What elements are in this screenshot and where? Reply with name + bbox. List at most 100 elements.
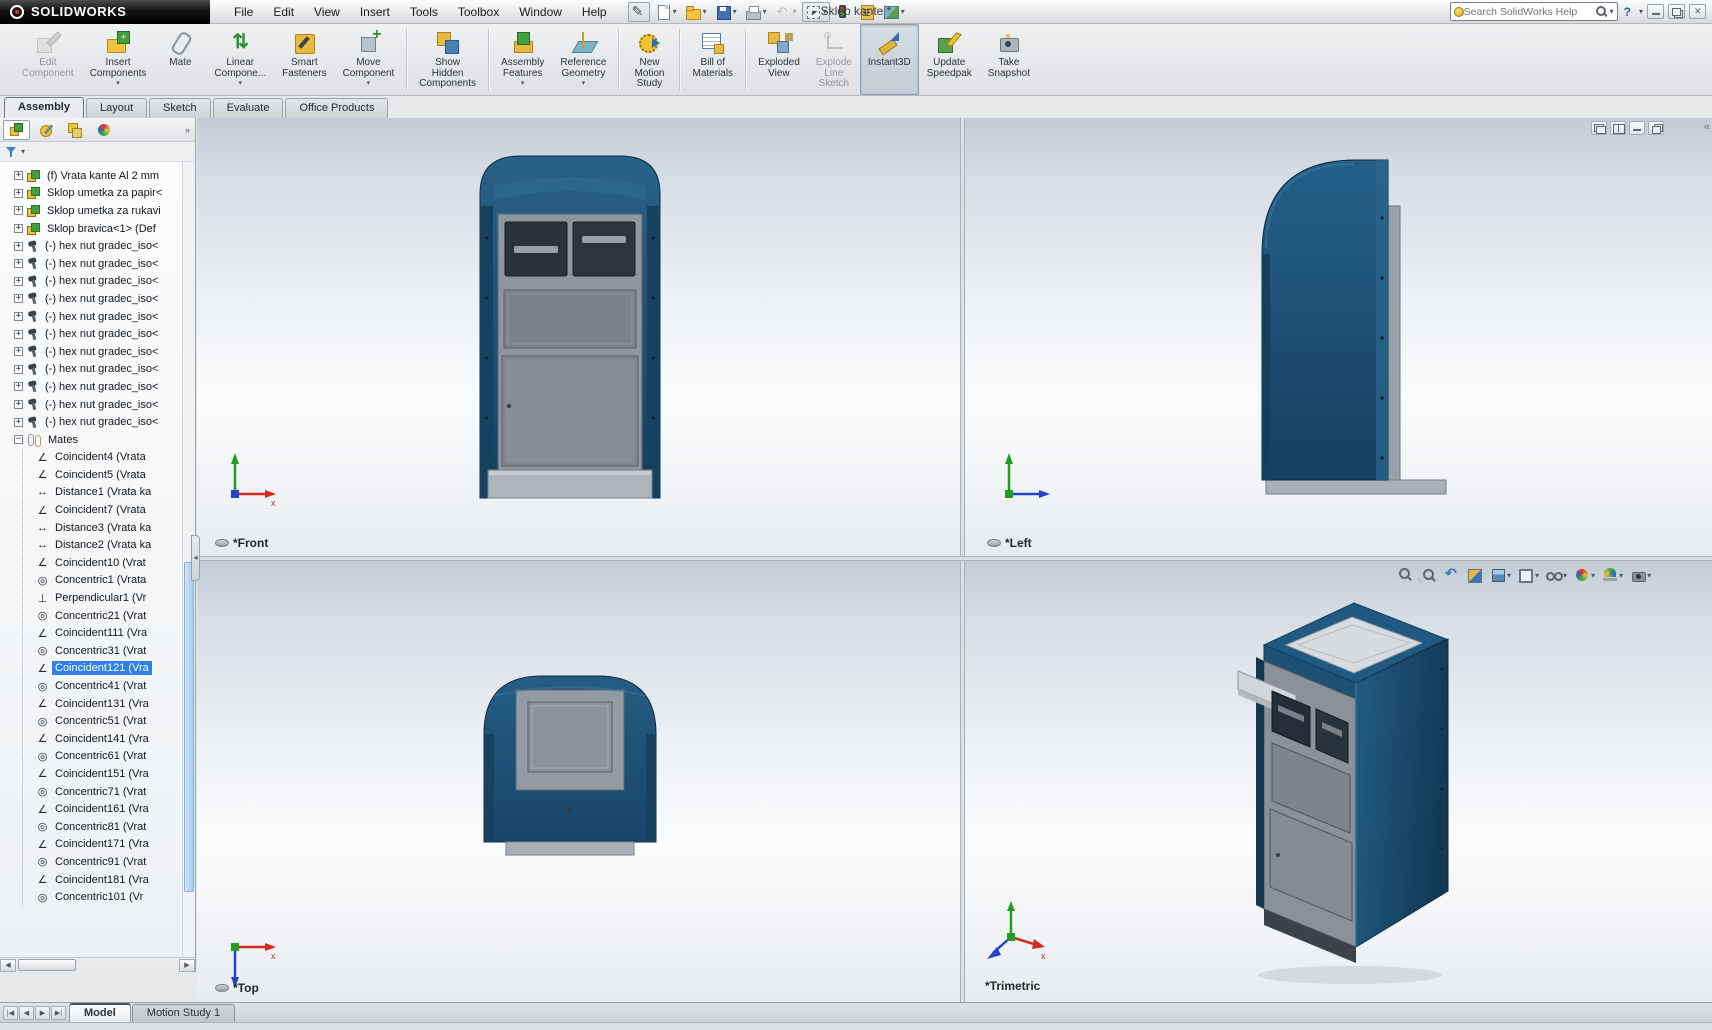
menu-edit[interactable]: Edit [263,1,304,23]
open-document-caret-icon[interactable]: ▾ [703,7,707,16]
mate-row[interactable]: ◎Concentric71 (Vrat [23,783,195,801]
sketch-pencil-button[interactable] [628,2,650,22]
menu-tools[interactable]: Tools [400,1,448,23]
window-tile-icon[interactable] [1610,121,1626,135]
hide-show-items-caret-icon[interactable]: ▾ [1563,571,1567,580]
linear-component-button[interactable]: LinearCompone...▾ [206,24,274,95]
panel-tab-display-manager[interactable] [90,120,117,140]
mate-row[interactable]: ∠Coincident181 (Vra [23,871,195,889]
view-settings-button[interactable]: ▾ [1627,566,1654,584]
tab-first-icon[interactable]: |◀ [3,1006,18,1020]
instant3d-button[interactable]: Instant3D [860,24,919,95]
menu-toolbox[interactable]: Toolbox [448,1,509,23]
menu-help[interactable]: Help [572,1,617,23]
window-cascade-icon[interactable] [1591,121,1607,135]
insert-components-caret-icon[interactable]: ▾ [116,80,120,87]
mate-row[interactable]: ◎Concentric101 (Vr [23,888,195,906]
viewport-horizontal-divider[interactable] [197,556,1712,561]
expand-icon[interactable]: + [14,224,23,233]
component-row[interactable]: +(-) hex nut gradec_iso< [0,413,195,431]
panel-splitter-handle[interactable]: ◂ [191,535,200,581]
mate-row[interactable]: ∠Coincident121 (Vra [23,660,195,678]
tab-evaluate[interactable]: Evaluate [213,98,284,118]
tab-motion-study-1[interactable]: Motion Study 1 [132,1004,235,1022]
mate-row[interactable]: ∠Coincident171 (Vra [23,836,195,854]
edit-appearance-button[interactable]: ▾ [1571,566,1598,584]
panel-tab-feature-manager[interactable] [3,120,30,140]
component-row[interactable]: +(-) hex nut gradec_iso< [0,237,195,255]
view-orientation-button[interactable]: ▾ [1487,566,1514,584]
show-hidden-components-button[interactable]: ShowHiddenComponents [411,24,484,95]
expand-icon[interactable]: + [14,418,23,427]
hscroll-thumb[interactable] [18,959,76,971]
assembly-features-button[interactable]: AssemblyFeatures▾ [493,24,552,95]
save-document-caret-icon[interactable]: ▾ [733,7,737,16]
panel-overflow-icon[interactable]: » [185,125,192,135]
new-document-caret-icon[interactable]: ▾ [673,7,677,16]
menu-view[interactable]: View [304,1,350,23]
component-row[interactable]: +Sklop umetka za rukavi [0,202,195,220]
collapse-icon[interactable]: − [14,435,23,444]
component-row[interactable]: +Sklop umetka za papir< [0,185,195,203]
component-row[interactable]: +(f) Vrata kante Al 2 mm [0,167,195,185]
component-row[interactable]: +Sklop bravica<1> (Def [0,220,195,238]
update-speedpak-button[interactable]: UpdateSpeedpak [919,24,980,95]
component-row[interactable]: +(-) hex nut gradec_iso< [0,255,195,273]
mates-folder-row[interactable]: −Mates [0,431,195,449]
window-minimize-button[interactable] [1647,4,1664,19]
left-view-model[interactable] [1236,148,1456,510]
expand-icon[interactable]: + [14,382,23,391]
insert-components-button[interactable]: InsertComponents▾ [82,24,155,95]
mate-row[interactable]: ◎Concentric31 (Vrat [23,642,195,660]
mate-row[interactable]: ↔Distance1 (Vrata ka [23,484,195,502]
filter-caret-icon[interactable]: ▾ [21,147,25,156]
tree-scroll-thumb[interactable] [184,562,194,892]
mate-row[interactable]: ∠Coincident4 (Vrata [23,449,195,467]
tab-model[interactable]: Model [69,1003,131,1022]
mate-row[interactable]: ∠Coincident111 (Vra [23,624,195,642]
new-document-button[interactable]: ▾ [652,2,680,22]
top-view-model[interactable] [472,660,668,860]
task-pane-chevron-icon[interactable]: « [1704,121,1710,133]
mate-row[interactable]: ∠Coincident161 (Vra [23,800,195,818]
mate-row[interactable]: ↔Distance3 (Vrata ka [23,519,195,537]
component-row[interactable]: +(-) hex nut gradec_iso< [0,308,195,326]
trimetric-view-model[interactable] [1230,579,1470,991]
scroll-left-icon[interactable]: ◀ [0,959,16,972]
component-row[interactable]: +(-) hex nut gradec_iso< [0,290,195,308]
tab-sketch[interactable]: Sketch [149,98,211,118]
mate-row[interactable]: ∠Coincident5 (Vrata [23,466,195,484]
mate-row[interactable]: ∠Coincident10 (Vrat [23,554,195,572]
menu-window[interactable]: Window [509,1,572,23]
search-caret-icon[interactable]: ▾ [1610,7,1614,16]
component-row[interactable]: +(-) hex nut gradec_iso< [0,343,195,361]
reference-geometry-caret-icon[interactable]: ▾ [582,80,586,87]
view-settings-caret-icon[interactable]: ▾ [1647,571,1651,580]
window-close-button[interactable] [1689,4,1706,19]
print-document-caret-icon[interactable]: ▾ [763,7,767,16]
reference-geometry-button[interactable]: ReferenceGeometry▾ [552,24,614,95]
search-input[interactable] [1464,6,1596,18]
tree-horizontal-scrollbar[interactable]: ◀ ▶ [0,957,195,972]
display-style-caret-icon[interactable]: ▾ [1535,571,1539,580]
move-component-caret-icon[interactable]: ▾ [367,80,371,87]
tab-last-icon[interactable]: ▶| [51,1006,66,1020]
viewport-front[interactable]: x *Front [197,118,960,556]
panel-tab-property-manager[interactable] [32,120,59,140]
scroll-right-icon[interactable]: ▶ [179,959,195,972]
expand-icon[interactable]: + [14,277,23,286]
expand-icon[interactable]: + [14,294,23,303]
mate-row[interactable]: ↔Distance2 (Vrata ka [23,536,195,554]
mate-row[interactable]: ◎Concentric51 (Vrat [23,712,195,730]
component-row[interactable]: +(-) hex nut gradec_iso< [0,378,195,396]
bill-of-materials-button[interactable]: Bill ofMaterials [684,24,741,95]
panel-tab-configuration-manager[interactable] [61,120,88,140]
tab-previous-icon[interactable]: ◀ [19,1006,34,1020]
tab-layout[interactable]: Layout [86,98,147,118]
expand-icon[interactable]: + [14,400,23,409]
mate-row[interactable]: ∠Coincident131 (Vra [23,695,195,713]
search-icon[interactable] [1596,6,1608,18]
undo-caret-icon[interactable]: ▾ [793,7,797,16]
menu-insert[interactable]: Insert [350,1,400,23]
mate-row[interactable]: ◎Concentric21 (Vrat [23,607,195,625]
